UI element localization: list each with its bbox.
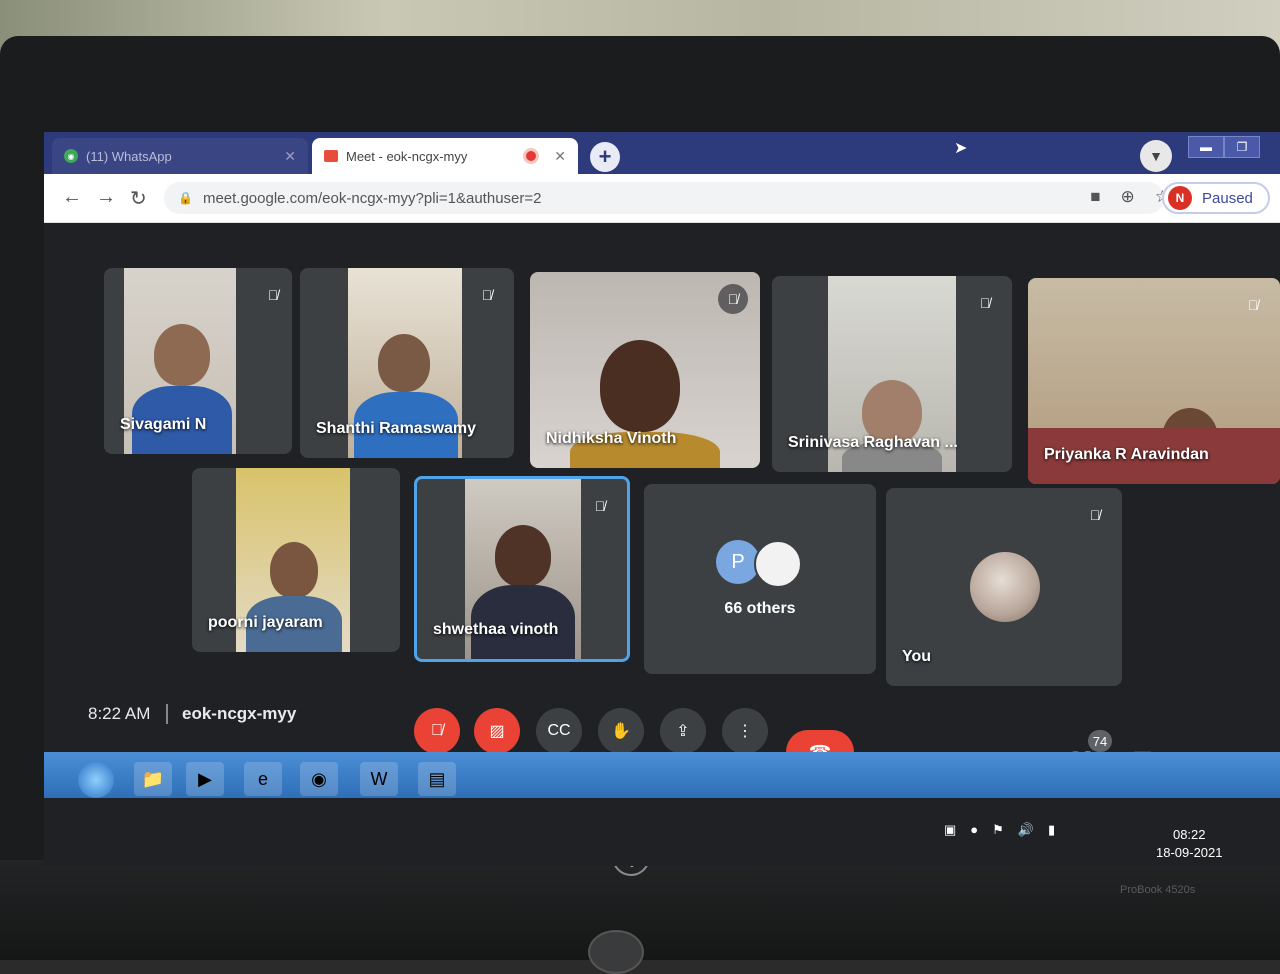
avatar (754, 540, 802, 588)
profile-paused-button[interactable]: N Paused (1162, 182, 1270, 214)
participant-tile[interactable]: Shanthi Ramaswamy 🎙̸ (300, 268, 514, 458)
mic-off-icon: 🎙̸ (594, 498, 606, 514)
restore-button[interactable]: ❐ (1224, 136, 1260, 158)
meeting-code: eok-ncgx-myy (182, 704, 297, 723)
mic-off-icon: 🎙̸ (979, 295, 991, 311)
profile-status: Paused (1202, 189, 1253, 207)
mic-toggle-button[interactable]: 🎙̸ (414, 708, 460, 754)
browser-tab-bar: ◉ (11) WhatsApp ✕ Meet - eok-ncgx-myy ✕ … (44, 132, 1280, 174)
clock-time: 08:22 (1172, 827, 1206, 842)
zoom-icon[interactable]: ⊕ (1121, 187, 1135, 207)
people-count-badge: 74 (1088, 730, 1112, 752)
new-tab-button[interactable]: + (590, 142, 620, 172)
model-label: ProBook 4520s (1120, 884, 1196, 896)
camera-toggle-button[interactable]: ▨ (474, 708, 520, 754)
raise-hand-button[interactable]: ✋ (598, 708, 644, 754)
flag-icon[interactable]: ⚑ (992, 822, 1004, 838)
participant-tile[interactable]: Sivagami N 🎙̸ (104, 268, 292, 454)
participant-name: Sivagami N (120, 416, 207, 433)
lock-icon: 🔒 (178, 191, 193, 205)
participant-tile[interactable]: Nidhiksha Vinoth 🎙̸ (530, 272, 760, 468)
participant-name: poorni jayaram (208, 614, 323, 631)
tab-label: Meet - eok-ncgx-myy (346, 148, 468, 164)
system-tray: ▣ ● ⚑ 🔊 ▮ (944, 822, 1055, 838)
back-icon[interactable]: ← (62, 186, 82, 209)
others-count: 66 others (724, 600, 796, 617)
reload-icon[interactable]: ↻ (130, 186, 147, 211)
present-button[interactable]: ⇪ (660, 708, 706, 754)
url-field[interactable]: 🔒 meet.google.com/eok-ncgx-myy?pli=1&aut… (164, 182, 1164, 214)
recording-icon (526, 151, 537, 161)
camera-icon[interactable]: ■ (1090, 187, 1100, 207)
forward-icon[interactable]: → (96, 186, 116, 209)
whatsapp-icon: ◉ (64, 149, 78, 163)
word-icon[interactable]: W (360, 762, 398, 796)
start-button[interactable] (78, 762, 114, 798)
captions-button[interactable]: CC (536, 708, 582, 754)
internet-explorer-icon[interactable]: e (244, 762, 282, 796)
close-icon[interactable]: ✕ (554, 148, 566, 165)
mic-off-icon: 🎙̸ (1247, 297, 1259, 313)
participant-name: Nidhiksha Vinoth (546, 430, 677, 447)
profile-menu-icon[interactable]: ▼ (1140, 140, 1172, 172)
participant-tile-active[interactable]: shwethaa vinoth 🎙̸ (414, 476, 630, 662)
mic-off-icon: 🎙̸ (718, 284, 748, 314)
self-label: You (902, 648, 932, 665)
participant-tile[interactable]: Priyanka R Aravindan 🎙̸ (1028, 278, 1280, 484)
mic-off-icon: 🎙̸ (1089, 507, 1101, 523)
participant-name: Priyanka R Aravindan (1044, 446, 1209, 463)
network-icon[interactable]: ▣ (944, 822, 956, 838)
battery-icon[interactable]: ▮ (1048, 822, 1055, 838)
tab-label: (11) WhatsApp (86, 148, 172, 164)
address-bar: ← → ↻ 🔒 meet.google.com/eok-ncgx-myy?pli… (44, 174, 1280, 223)
participant-name: shwethaa vinoth (433, 621, 559, 638)
participant-tile[interactable]: Srinivasa Raghavan ... 🎙̸ (772, 276, 1012, 472)
meeting-time: 8:22 AM (88, 704, 151, 723)
chrome-icon[interactable]: ◉ (300, 762, 338, 796)
windows-taskbar (44, 752, 1280, 798)
meet-icon (324, 150, 338, 162)
clock-date: 18-09-2021 (1156, 845, 1223, 860)
power-button[interactable] (588, 930, 644, 974)
close-icon[interactable]: ✕ (284, 148, 296, 165)
volume-icon[interactable]: 🔊 (1018, 822, 1034, 838)
more-options-button[interactable]: ⋮ (722, 708, 768, 754)
alert-icon[interactable]: ● (970, 822, 978, 838)
mic-off-icon: 🎙̸ (481, 287, 493, 303)
mic-off-icon: 🎙̸ (267, 287, 279, 303)
document-icon[interactable]: ▤ (418, 762, 456, 796)
self-tile[interactable]: You 🎙̸ (886, 488, 1122, 686)
mouse-cursor-icon: ➤ (954, 140, 968, 157)
others-tile[interactable]: P 66 others (644, 484, 876, 674)
divider (166, 704, 168, 724)
screen: ◉ (11) WhatsApp ✕ Meet - eok-ncgx-myy ✕ … (44, 132, 1280, 866)
participant-tile[interactable]: poorni jayaram (192, 468, 400, 652)
participant-name: Srinivasa Raghavan ... (788, 434, 958, 451)
taskbar-clock[interactable]: 08:22 18-09-2021 (1156, 826, 1223, 862)
avatar: N (1168, 186, 1192, 210)
self-avatar (970, 552, 1040, 622)
media-player-icon[interactable]: ▶ (186, 762, 224, 796)
participant-name: Shanthi Ramaswamy (316, 420, 477, 437)
explorer-icon[interactable]: 📁 (134, 762, 172, 796)
tab-meet[interactable]: Meet - eok-ncgx-myy ✕ (312, 138, 578, 174)
url-text: meet.google.com/eok-ncgx-myy?pli=1&authu… (202, 189, 542, 207)
tab-whatsapp[interactable]: ◉ (11) WhatsApp ✕ (52, 138, 308, 174)
minimize-button[interactable]: ▬ (1188, 136, 1224, 158)
